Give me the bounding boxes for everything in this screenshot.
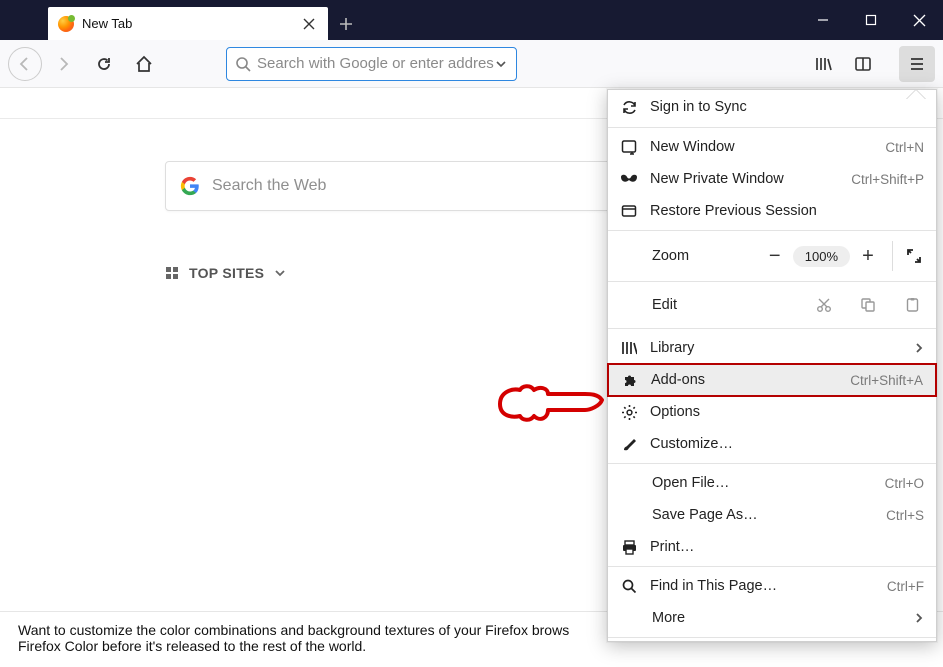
gear-icon (620, 404, 638, 421)
chevron-right-icon (914, 612, 924, 624)
menu-addons[interactable]: Add-ons Ctrl+Shift+A (607, 363, 937, 397)
url-bar[interactable] (226, 47, 517, 81)
menu-save-page[interactable]: Save Page As… Ctrl+S (608, 499, 936, 531)
search-icon (235, 56, 251, 72)
mask-icon (620, 174, 638, 184)
google-icon (180, 176, 200, 196)
sync-icon (620, 99, 638, 116)
search-icon (620, 578, 638, 594)
home-button[interactable] (126, 46, 162, 82)
pointing-hand-annotation (490, 376, 605, 432)
chevron-down-icon[interactable] (274, 267, 286, 279)
navigation-toolbar (0, 40, 943, 88)
menu-sign-in[interactable]: Sign in to Sync (608, 90, 936, 124)
menu-private-window[interactable]: New Private Window Ctrl+Shift+P (608, 163, 936, 195)
print-icon (620, 539, 638, 556)
zoom-level[interactable]: 100% (793, 246, 850, 267)
menu-restore-session[interactable]: Restore Previous Session (608, 195, 936, 227)
title-bar: New Tab (0, 0, 943, 40)
brush-icon (620, 436, 638, 453)
menu-zoom-row: Zoom − 100% + (608, 234, 936, 278)
sidebar-button[interactable] (845, 46, 881, 82)
zoom-in-button[interactable]: + (850, 241, 886, 271)
forward-button[interactable] (46, 46, 82, 82)
tab-title: New Tab (82, 16, 300, 31)
reload-button[interactable] (86, 46, 122, 82)
menu-open-file[interactable]: Open File… Ctrl+O (608, 467, 936, 499)
restore-icon (620, 203, 638, 219)
cut-button[interactable] (802, 297, 846, 313)
window-controls (799, 0, 943, 40)
address-input[interactable] (257, 55, 494, 72)
zoom-out-button[interactable]: − (757, 241, 793, 271)
library-button[interactable] (805, 46, 841, 82)
app-menu: Sign in to Sync New Window Ctrl+N New Pr… (607, 89, 937, 642)
menu-library[interactable]: Library (608, 332, 936, 364)
menu-customize[interactable]: Customize… (608, 428, 936, 460)
grid-icon (165, 266, 179, 280)
window-icon (620, 139, 638, 155)
top-sites-label: TOP SITES (189, 265, 264, 281)
copy-button[interactable] (846, 297, 890, 313)
back-button[interactable] (8, 47, 42, 81)
close-window-button[interactable] (895, 0, 943, 40)
menu-new-window[interactable]: New Window Ctrl+N (608, 131, 936, 163)
menu-options[interactable]: Options (608, 396, 936, 428)
fullscreen-button[interactable] (892, 241, 928, 271)
menu-print[interactable]: Print… (608, 531, 936, 563)
browser-tab[interactable]: New Tab (48, 7, 328, 40)
puzzle-icon (621, 372, 639, 389)
paste-button[interactable] (890, 297, 934, 313)
menu-edit-row: Edit (608, 285, 936, 325)
firefox-favicon-icon (58, 16, 74, 32)
library-icon (620, 340, 638, 356)
chevron-right-icon (914, 342, 924, 354)
app-menu-button[interactable] (899, 46, 935, 82)
maximize-button[interactable] (847, 0, 895, 40)
minimize-button[interactable] (799, 0, 847, 40)
new-tab-button[interactable] (328, 7, 364, 40)
chevron-down-icon[interactable] (494, 57, 508, 71)
menu-more[interactable]: More (608, 602, 936, 634)
menu-find[interactable]: Find in This Page… Ctrl+F (608, 570, 936, 602)
close-tab-button[interactable] (300, 15, 318, 33)
